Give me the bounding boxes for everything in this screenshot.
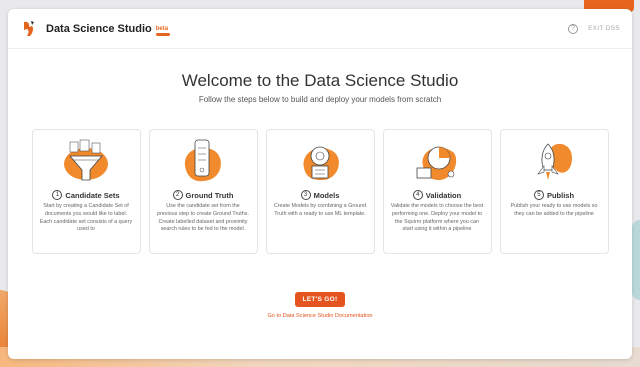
- header-actions: ? EXIT DSS: [568, 23, 620, 34]
- help-icon[interactable]: ?: [568, 23, 579, 34]
- step-number: 4: [412, 190, 423, 200]
- page-subtitle: Follow the steps below to build and depl…: [198, 95, 442, 104]
- steps-row: 1 Candidate Sets Start by creating a Can…: [8, 129, 632, 254]
- beta-swoosh: [155, 32, 170, 36]
- step-card-publish[interactable]: 5 Publish Publish your ready to use mode…: [499, 129, 609, 254]
- candidate-sets-illustration-icon: [39, 136, 134, 186]
- step-title-text: Publish: [546, 190, 575, 200]
- welcome-hero: Welcome to the Data Science Studio Follo…: [8, 71, 632, 104]
- step-number: 5: [533, 190, 544, 200]
- step-title-text: Ground Truth: [185, 190, 234, 200]
- models-illustration-icon: [273, 136, 368, 186]
- step-title: 5 Publish: [507, 190, 602, 200]
- step-description: Validate the models to choose the best p…: [390, 203, 484, 233]
- step-number: 3: [300, 190, 311, 200]
- beta-badge: beta: [155, 25, 170, 36]
- exit-dss-link[interactable]: EXIT DSS: [588, 25, 620, 32]
- step-number: 1: [52, 190, 63, 200]
- squirro-logo-icon: [24, 20, 34, 36]
- step-description: Create Models by combining a Ground Trut…: [273, 203, 367, 217]
- step-title: 4 Validation: [390, 190, 485, 200]
- step-description: Publish your ready to use models so they…: [510, 203, 598, 217]
- step-card-candidate-sets[interactable]: 1 Candidate Sets Start by creating a Can…: [31, 129, 141, 254]
- step-card-ground-truth[interactable]: 2 Ground Truth Use the candidate set fro…: [148, 129, 258, 254]
- app-title: Data Science Studio: [46, 22, 152, 35]
- step-description: Start by creating a Candidate Set of doc…: [39, 203, 133, 233]
- ground-truth-illustration-icon: [156, 136, 251, 186]
- validation-illustration-icon: [390, 136, 485, 186]
- publish-illustration-icon: [507, 136, 602, 186]
- main-panel: Data Science Studio beta ? EXIT DSS Welc…: [8, 9, 632, 359]
- beta-label: beta: [155, 25, 169, 32]
- lets-go-button[interactable]: LET'S GO!: [294, 292, 346, 307]
- page-title: Welcome to the Data Science Studio: [181, 71, 459, 90]
- step-title: 2 Ground Truth: [156, 190, 251, 200]
- documentation-link[interactable]: Go to Data Science Studio Documentation: [8, 313, 632, 319]
- step-title: 1 Candidate Sets: [39, 190, 134, 200]
- step-number: 2: [172, 190, 183, 200]
- step-title: 3 Models: [273, 190, 368, 200]
- call-to-action: LET'S GO! Go to Data Science Studio Docu…: [8, 288, 632, 319]
- step-card-models[interactable]: 3 Models Create Models by combining a Gr…: [265, 129, 375, 254]
- decorative-right-shape: [632, 220, 640, 300]
- app-header: Data Science Studio beta ? EXIT DSS: [8, 9, 632, 49]
- step-title-text: Validation: [425, 190, 462, 200]
- step-title-text: Candidate Sets: [65, 190, 120, 200]
- step-card-validation[interactable]: 4 Validation Validate the models to choo…: [382, 129, 492, 254]
- step-description: Use the candidate set from the previous …: [157, 203, 249, 233]
- step-title-text: Models: [313, 190, 340, 200]
